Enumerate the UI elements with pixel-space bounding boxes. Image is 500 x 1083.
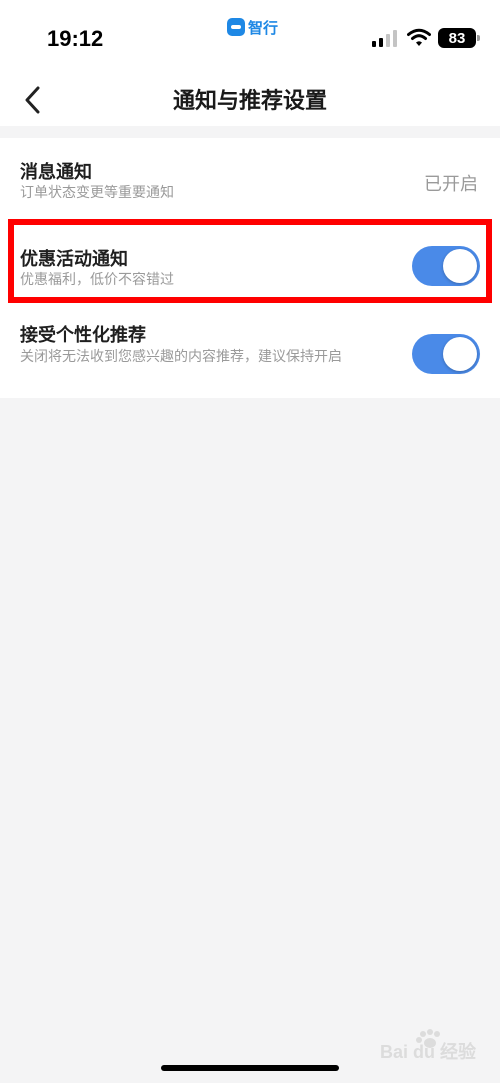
setting-title: 消息通知 bbox=[20, 162, 92, 183]
cellular-signal-icon bbox=[372, 30, 400, 47]
setting-row-promotion-notification: 优惠活动通知 优惠福利，低价不容错过 bbox=[0, 230, 500, 310]
watermark-text: Bai du 经验 bbox=[380, 1041, 477, 1062]
personalized-recommendation-toggle[interactable] bbox=[412, 334, 480, 374]
baidu-jingyan-watermark: Bai du 经验 bbox=[380, 1029, 477, 1062]
app-badge-label: 智行 bbox=[248, 18, 279, 37]
nav-bar: 通知与推荐设置 bbox=[0, 76, 500, 126]
setting-status-value: 已开启 bbox=[424, 174, 478, 195]
home-indicator[interactable] bbox=[161, 1065, 339, 1071]
setting-row-personalized-recommendation: 接受个性化推荐 关闭将无法收到您感兴趣的内容推荐，建议保持开启 bbox=[0, 310, 500, 398]
status-time: 19:12 bbox=[47, 26, 104, 51]
setting-description: 优惠福利，低价不容错过 bbox=[20, 272, 174, 288]
toggle-knob bbox=[443, 249, 477, 283]
setting-description: 关闭将无法收到您感兴趣的内容推荐，建议保持开启 bbox=[20, 349, 342, 365]
setting-title: 优惠活动通知 bbox=[20, 249, 128, 270]
page-title: 通知与推荐设置 bbox=[172, 89, 327, 114]
setting-title: 接受个性化推荐 bbox=[20, 325, 146, 346]
wifi-icon bbox=[407, 28, 431, 46]
app-badge[interactable]: 智行 bbox=[227, 16, 278, 38]
setting-row-message-notification[interactable]: 消息通知 订单状态变更等重要通知 已开启 bbox=[0, 138, 500, 220]
settings-list: 消息通知 订单状态变更等重要通知 已开启 优惠活动通知 优惠福利，低价不容错过 … bbox=[0, 138, 500, 398]
battery-level: 83 bbox=[448, 29, 466, 47]
app-logo-icon bbox=[227, 18, 245, 36]
promotion-notification-toggle[interactable] bbox=[412, 246, 480, 286]
status-bar: 19:12 智行 83 bbox=[0, 0, 500, 76]
battery-icon: 83 bbox=[438, 28, 480, 48]
setting-description: 订单状态变更等重要通知 bbox=[20, 185, 174, 201]
toggle-knob bbox=[443, 337, 477, 371]
